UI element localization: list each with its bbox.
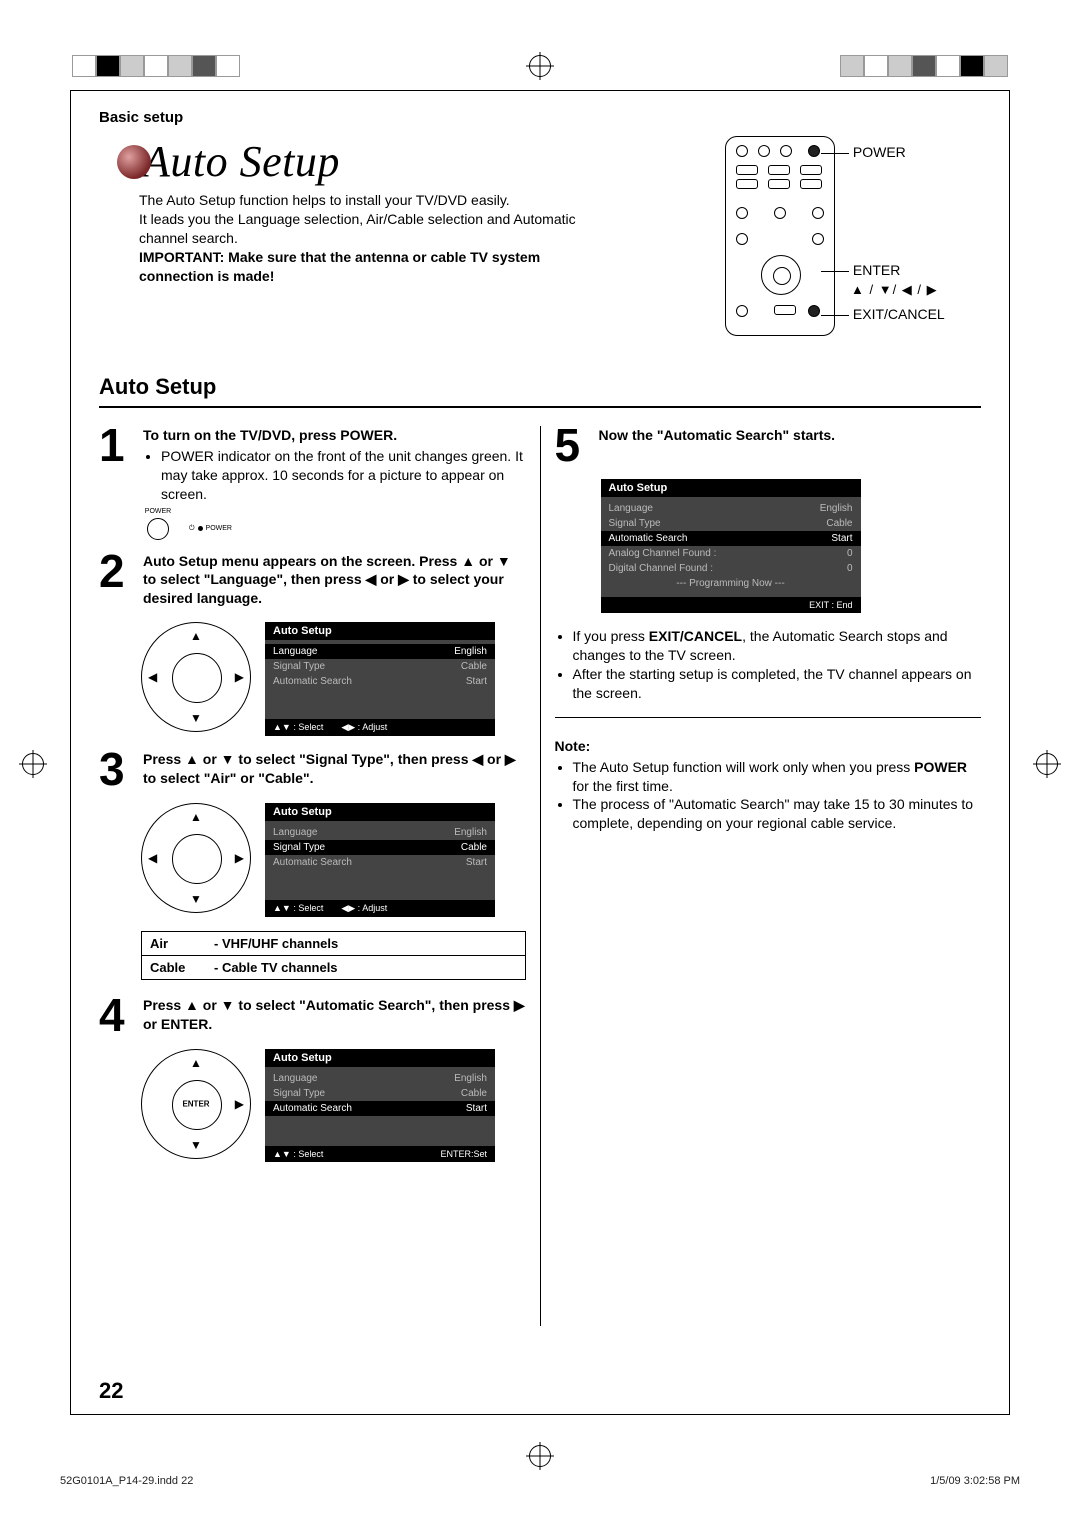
step-number: 2 xyxy=(99,552,135,591)
footer-date: 1/5/09 3:02:58 PM xyxy=(930,1475,1020,1487)
step-1-head: To turn on the TV/DVD, press POWER. xyxy=(143,427,397,443)
note-item-1: The Auto Setup function will work only w… xyxy=(573,758,982,796)
step-1: 1 To turn on the TV/DVD, press POWER. PO… xyxy=(99,426,526,504)
page-number: 22 xyxy=(99,1378,123,1404)
step-3-head: Press ▲ or ▼ to select "Signal Type", th… xyxy=(143,751,516,786)
note-item-2: The process of "Automatic Search" may ta… xyxy=(573,795,982,833)
intro-text: The Auto Setup function helps to install… xyxy=(139,191,609,285)
dpad-icon: ▲▼ ◀▶ xyxy=(141,803,251,913)
right-column: 5 Now the "Automatic Search" starts. Aut… xyxy=(555,426,982,1326)
osd-screen-step5: Auto Setup LanguageEnglish Signal TypeCa… xyxy=(601,479,861,613)
osd-title: Auto Setup xyxy=(265,1049,495,1067)
osd-title: Auto Setup xyxy=(265,803,495,821)
note-heading: Note: xyxy=(555,738,982,754)
footer-file: 52G0101A_P14-29.indd 22 xyxy=(60,1475,193,1487)
signal-type-table: Air- VHF/UHF channels Cable- Cable TV ch… xyxy=(141,931,526,980)
remote-label-arrows: ▲ / ▼/ ◀ / ▶ xyxy=(851,282,938,298)
section-heading: Auto Setup xyxy=(99,374,981,408)
power-circle-icon xyxy=(147,518,169,540)
intro-line2: It leads you the Language selection, Air… xyxy=(139,211,576,246)
step-number: 3 xyxy=(99,750,135,789)
exit-button-icon xyxy=(808,305,820,317)
page-title-text: Auto Setup xyxy=(143,137,340,186)
power-label: POWER xyxy=(145,508,171,515)
color-bars xyxy=(0,55,1080,85)
nav-ring-icon xyxy=(761,255,801,295)
section-label: Basic setup xyxy=(99,109,981,126)
remote-diagram: POWER ENTER ▲ / ▼/ ◀ / ▶ EXIT/CANCEL xyxy=(721,136,981,336)
remote-label-enter: ENTER xyxy=(821,262,900,278)
registration-mark-bottom xyxy=(529,1445,551,1467)
step-3: 3 Press ▲ or ▼ to select "Signal Type", … xyxy=(99,750,526,789)
remote-label-exit: EXIT/CANCEL xyxy=(821,306,945,322)
step-2: 2 Auto Setup menu appears on the screen.… xyxy=(99,552,526,609)
power-led-icon: ⏻POWER xyxy=(189,525,232,533)
step-number: 5 xyxy=(555,426,591,465)
remote-label-power: POWER xyxy=(821,144,906,160)
column-divider xyxy=(540,426,541,1326)
footer-meta: 52G0101A_P14-29.indd 22 1/5/09 3:02:58 P… xyxy=(60,1475,1020,1487)
step-5-bullet2: After the starting setup is completed, t… xyxy=(573,665,982,703)
dpad-enter-icon: ▲▼ ▶ ENTER xyxy=(141,1049,251,1159)
osd-screen-step2: Auto Setup LanguageEnglish Signal TypeCa… xyxy=(265,622,495,736)
step-4: 4 Press ▲ or ▼ to select "Automatic Sear… xyxy=(99,996,526,1035)
step-5: 5 Now the "Automatic Search" starts. xyxy=(555,426,982,465)
dpad-icon: ▲▼ ◀▶ xyxy=(141,622,251,732)
registration-mark-left xyxy=(22,753,44,775)
step-number: 1 xyxy=(99,426,135,465)
osd-screen-step3: Auto Setup LanguageEnglish Signal TypeCa… xyxy=(265,803,495,917)
intro-important: IMPORTANT: Make sure that the antenna or… xyxy=(139,249,540,284)
step-4-head: Press ▲ or ▼ to select "Automatic Search… xyxy=(143,997,525,1032)
page-title: Auto Setup xyxy=(117,136,693,187)
osd-screen-step4: Auto Setup LanguageEnglish Signal TypeCa… xyxy=(265,1049,495,1162)
power-button-icon xyxy=(808,145,820,157)
title-ornament-icon xyxy=(117,145,151,179)
intro-line1: The Auto Setup function helps to install… xyxy=(139,192,510,208)
osd-title: Auto Setup xyxy=(265,622,495,640)
step-number: 4 xyxy=(99,996,135,1035)
step-5-head: Now the "Automatic Search" starts. xyxy=(599,427,836,443)
registration-mark-right xyxy=(1036,753,1058,775)
remote-outline xyxy=(725,136,835,336)
page-frame: Basic setup Auto Setup The Auto Setup fu… xyxy=(70,90,1010,1415)
left-column: 1 To turn on the TV/DVD, press POWER. PO… xyxy=(99,426,526,1326)
power-indicator-diagram: POWER ⏻POWER xyxy=(147,518,526,540)
osd-title: Auto Setup xyxy=(601,479,861,497)
step-2-head: Auto Setup menu appears on the screen. P… xyxy=(143,553,511,607)
step-1-bullet: POWER indicator on the front of the unit… xyxy=(161,447,526,504)
step-5-bullet1: If you press EXIT/CANCEL, the Automatic … xyxy=(573,627,982,665)
